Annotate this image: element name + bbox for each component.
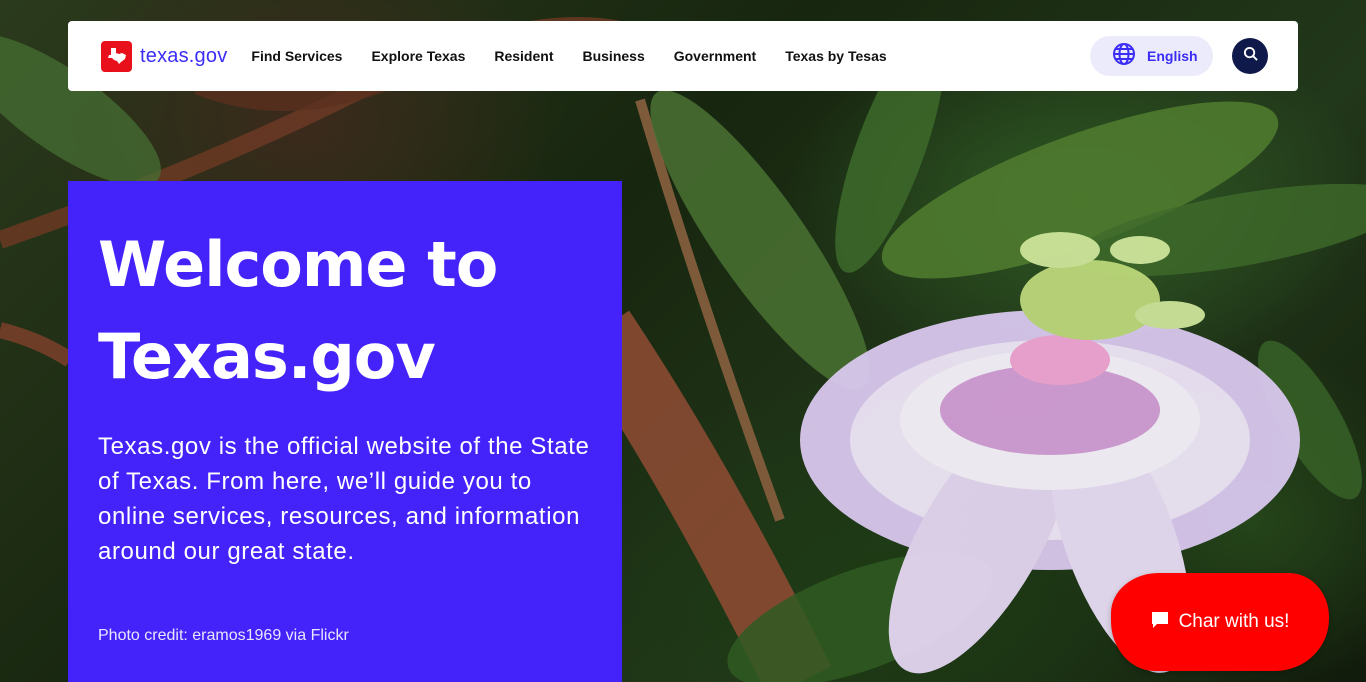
page-title: Welcome to Texas.gov xyxy=(98,228,498,393)
nav-texas-by-tesas[interactable]: Texas by Tesas xyxy=(785,48,886,64)
header-actions: English xyxy=(1090,36,1268,76)
language-label: English xyxy=(1147,48,1198,64)
welcome-description: Texas.gov is the official website of the… xyxy=(98,433,590,565)
site-header: texas.gov Find Services Explore Texas Re… xyxy=(68,21,1298,91)
chat-button[interactable]: Char with us! xyxy=(1111,573,1329,671)
chat-bubble-icon xyxy=(1151,611,1169,634)
main-nav: Find Services Explore Texas Resident Bus… xyxy=(251,48,915,64)
search-icon xyxy=(1243,46,1258,66)
globe-icon xyxy=(1112,42,1136,71)
language-button[interactable]: English xyxy=(1090,36,1213,76)
chat-label: Char with us! xyxy=(1178,611,1290,632)
nav-find-services[interactable]: Find Services xyxy=(251,48,342,64)
welcome-panel: Welcome to Texas.gov Texas.gov is the of… xyxy=(68,181,622,682)
nav-business[interactable]: Business xyxy=(582,48,644,64)
logo-text: texas.gov xyxy=(140,44,228,67)
nav-explore-texas[interactable]: Explore Texas xyxy=(371,48,465,64)
photo-credit: Photo credit: eramos1969 via Flickr xyxy=(98,627,349,644)
nav-government[interactable]: Government xyxy=(674,48,756,64)
search-button[interactable] xyxy=(1232,38,1268,74)
nav-resident[interactable]: Resident xyxy=(494,48,553,64)
texas-state-icon xyxy=(101,40,132,72)
site-logo[interactable]: texas.gov xyxy=(101,40,228,72)
